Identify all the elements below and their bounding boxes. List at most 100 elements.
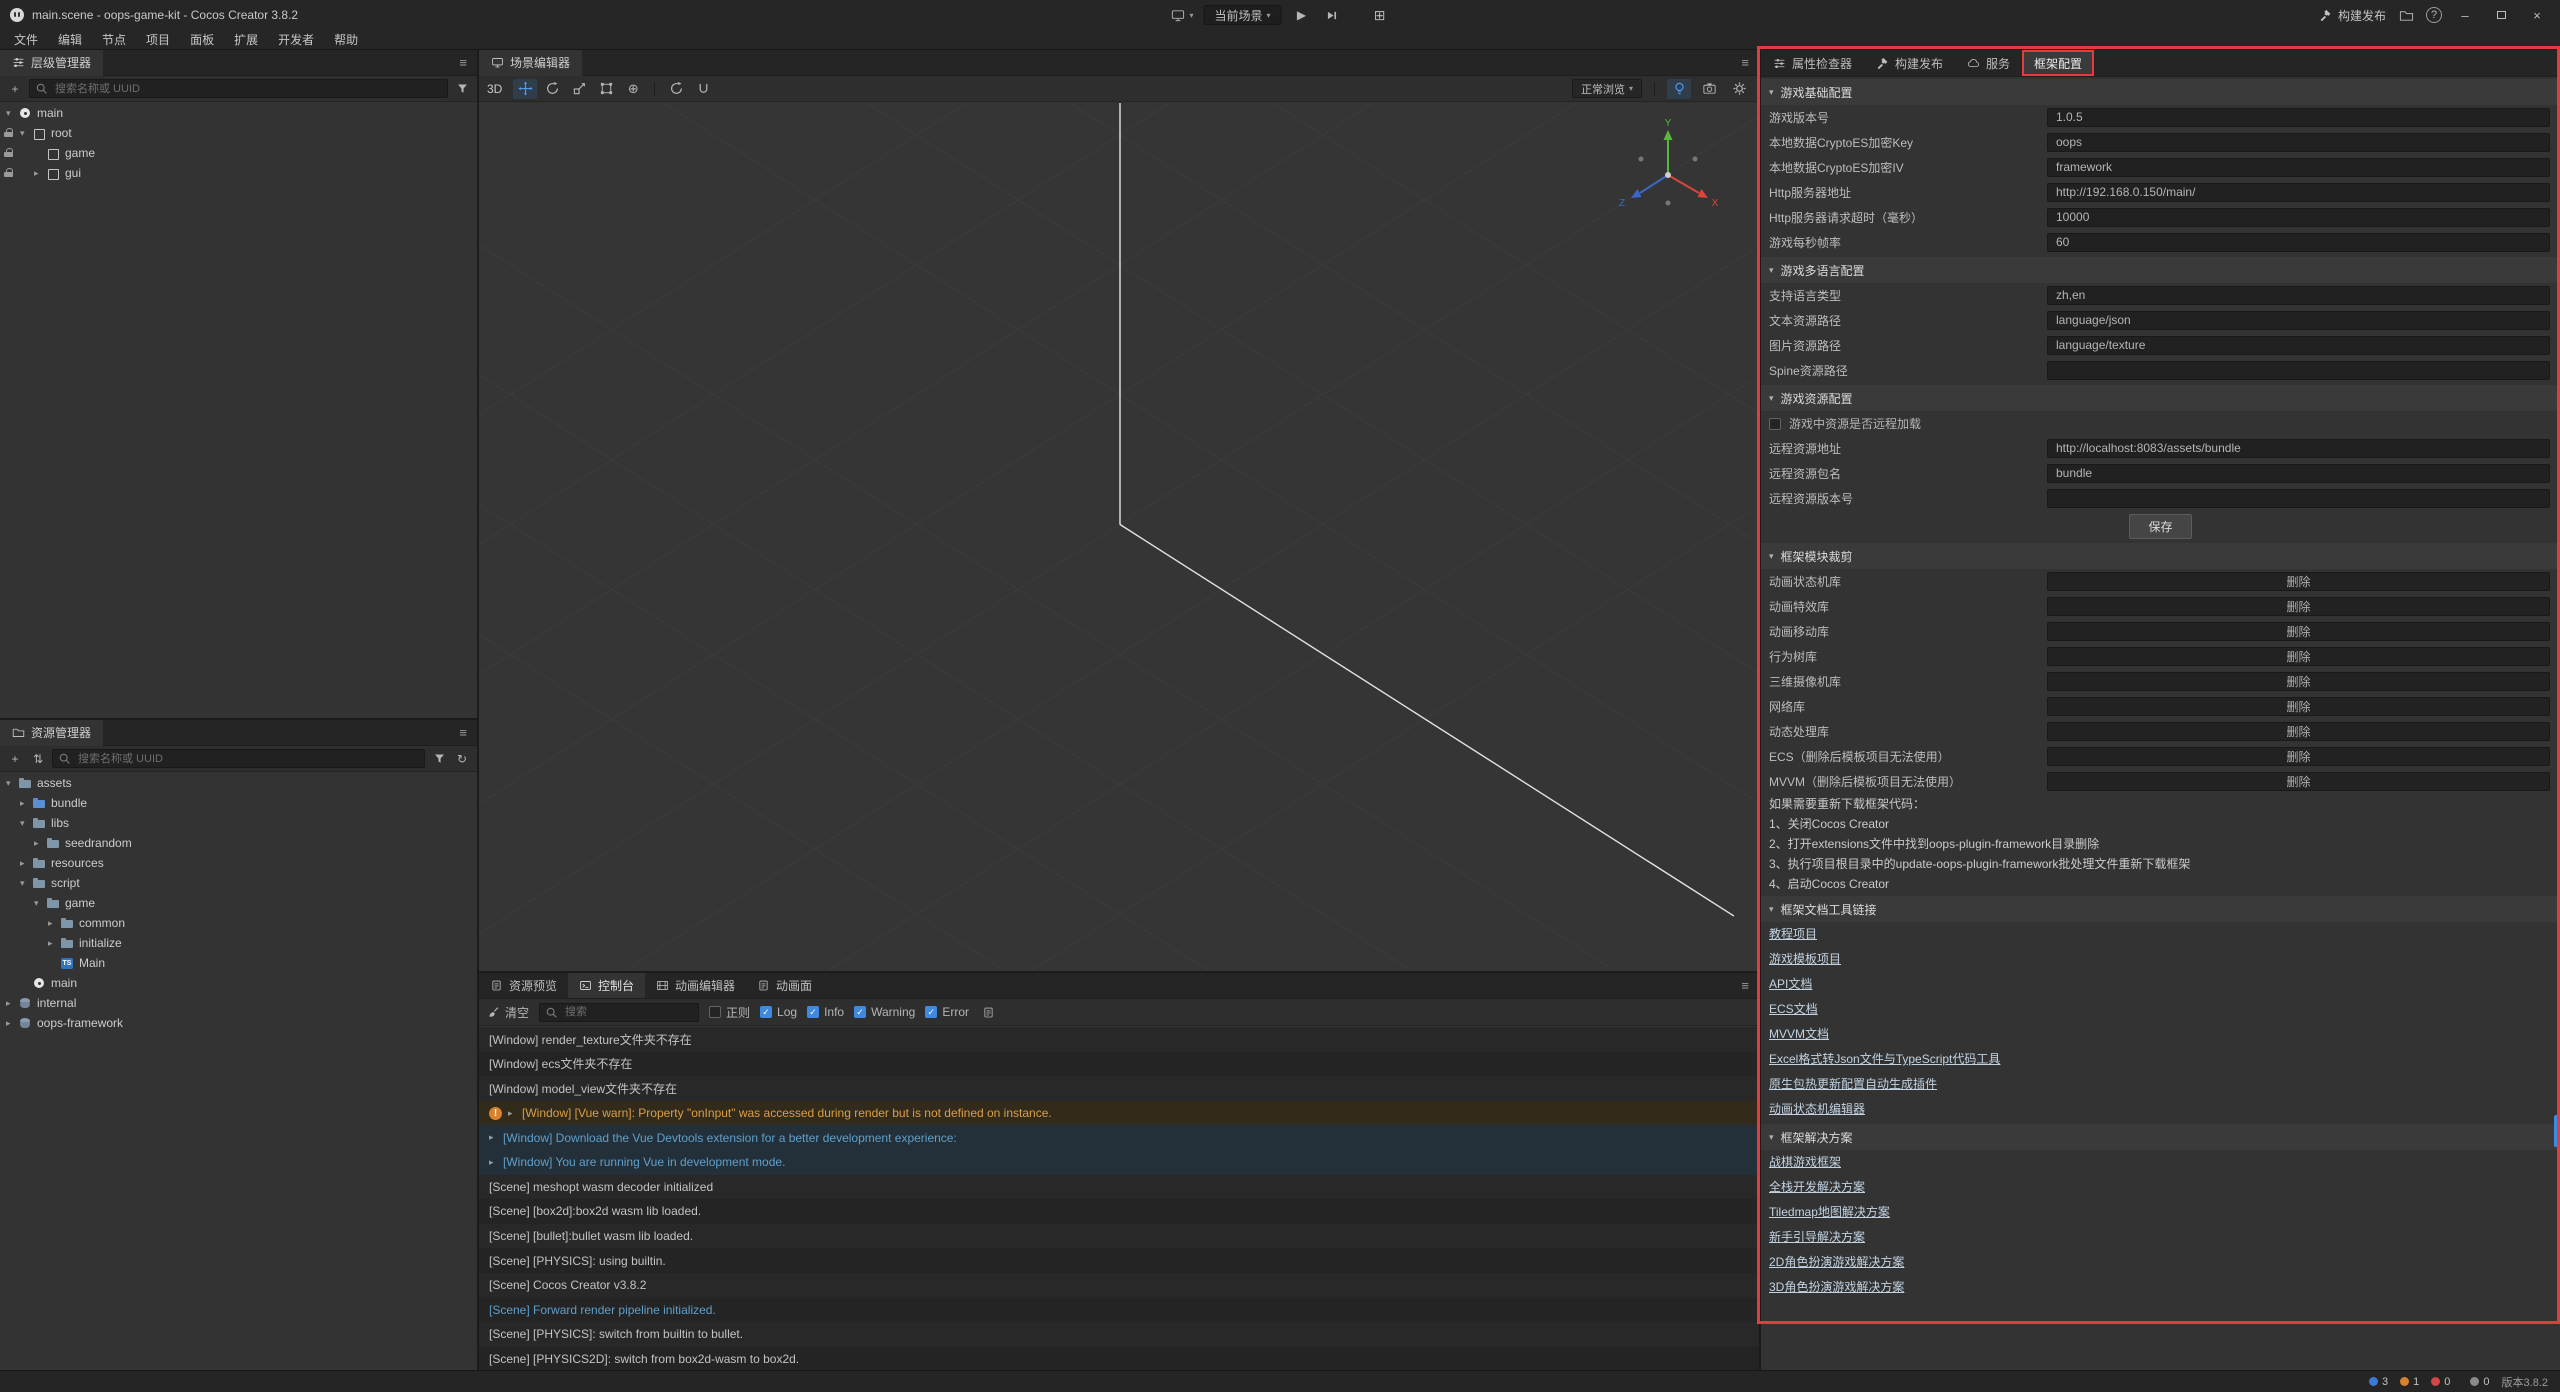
log-filter-toggle[interactable]: Info	[807, 1005, 844, 1019]
tab-build-publish[interactable]: 构建发布	[1864, 50, 1955, 76]
pivot-tool[interactable]: ⊕	[621, 79, 645, 99]
asset-row[interactable]: game	[0, 893, 477, 913]
delete-module-button[interactable]: 删除	[2047, 672, 2550, 691]
console-log-count[interactable]: 3	[2369, 1376, 2388, 1388]
move-tool[interactable]	[513, 79, 537, 99]
expand-arrow-icon[interactable]: ▸	[489, 1157, 497, 1168]
inspector-scrollbar-thumb[interactable]	[2554, 1115, 2559, 1147]
tab-assets[interactable]: 资源管理器	[0, 720, 103, 746]
section-solutions[interactable]: ▾ 框架解决方案	[1761, 1124, 2560, 1150]
delete-module-button[interactable]: 删除	[2047, 722, 2550, 741]
menu-item[interactable]: 开发者	[268, 31, 324, 48]
regex-checkbox[interactable]	[709, 1006, 721, 1018]
tab-framework-config[interactable]: 框架配置	[2022, 50, 2094, 76]
tab-console[interactable]: 控制台	[568, 973, 645, 998]
console-warning-count[interactable]: 1	[2400, 1376, 2419, 1388]
console-message-row[interactable]: ! ▸ [Scene] [box2d]:box2d wasm lib loade…	[479, 1199, 1759, 1224]
solution-link[interactable]: 新手引导解决方案	[1761, 1225, 2560, 1250]
asset-row[interactable]: script	[0, 873, 477, 893]
section-resource-config[interactable]: ▾ 游戏资源配置	[1761, 385, 2560, 411]
close-button[interactable]: ×	[2524, 8, 2550, 23]
expand-arrow-icon[interactable]	[34, 838, 46, 849]
delete-module-button[interactable]: 删除	[2047, 597, 2550, 616]
assets-filter-icon[interactable]	[430, 750, 448, 768]
lock-icon[interactable]	[4, 148, 13, 158]
help-button[interactable]: ?	[2426, 7, 2442, 23]
solution-link[interactable]: 2D角色扮演游戏解决方案	[1761, 1250, 2560, 1275]
scene-settings-gear-icon[interactable]	[1727, 79, 1751, 99]
open-project-folder-button[interactable]	[2396, 5, 2416, 25]
config-input[interactable]: oops	[2047, 133, 2550, 152]
coordinate-space-tool[interactable]	[691, 79, 715, 99]
doc-link[interactable]: 动画状态机编辑器	[1761, 1097, 2560, 1122]
dimension-toggle[interactable]: 3D	[487, 82, 502, 96]
console-message-row[interactable]: ! ▸ [Window] [Vue warn]: Property "onInp…	[479, 1101, 1759, 1126]
menu-item[interactable]: 文件	[4, 31, 48, 48]
layout-grid-button[interactable]: ⊞	[1370, 5, 1390, 25]
clear-console-button[interactable]: 清空	[487, 1004, 529, 1021]
console-message-row[interactable]: ! ▸ [Scene] [PHYSICS]: switch from built…	[479, 1322, 1759, 1347]
console-message-row[interactable]: ! ▸ [Window] render_texture文件夹不存在	[479, 1027, 1759, 1052]
expand-arrow-icon[interactable]	[6, 108, 18, 119]
delete-module-button[interactable]: 删除	[2047, 572, 2550, 591]
hierarchy-filter-icon[interactable]	[453, 80, 471, 98]
config-input[interactable]: 60	[2047, 233, 2550, 252]
lock-icon[interactable]	[4, 168, 13, 178]
filter-checkbox[interactable]	[760, 1006, 772, 1018]
log-filter-toggle[interactable]: Error	[925, 1005, 969, 1019]
console-message-row[interactable]: ! ▸ [Scene] Cocos Creator v3.8.2	[479, 1273, 1759, 1298]
open-log-file-icon[interactable]	[979, 1003, 997, 1021]
camera-settings-icon[interactable]	[1697, 79, 1721, 99]
filter-checkbox[interactable]	[925, 1006, 937, 1018]
create-node-button[interactable]: +	[6, 80, 24, 98]
doc-link[interactable]: API文档	[1761, 972, 2560, 997]
view-mode-select[interactable]: 正常浏览▾	[1572, 79, 1642, 98]
config-input[interactable]: 10000	[2047, 208, 2550, 227]
expand-arrow-icon[interactable]	[34, 168, 46, 179]
asset-row[interactable]: libs	[0, 813, 477, 833]
log-filter-toggle[interactable]: Warning	[854, 1005, 915, 1019]
solution-link[interactable]: 战棋游戏框架	[1761, 1150, 2560, 1175]
section-module-trim[interactable]: ▾ 框架模块裁剪	[1761, 543, 2560, 569]
hierarchy-node-row[interactable]: game	[0, 143, 477, 163]
expand-arrow-icon[interactable]	[6, 1018, 18, 1029]
delete-module-button[interactable]: 删除	[2047, 772, 2550, 791]
remote-load-checkbox[interactable]	[1769, 418, 1781, 430]
hierarchy-node-row[interactable]: root	[0, 123, 477, 143]
tab-hierarchy[interactable]: 层级管理器	[0, 50, 103, 76]
tab-animation-editor[interactable]: 动画编辑器	[645, 973, 746, 998]
asset-row[interactable]: seedrandom	[0, 833, 477, 853]
expand-arrow-icon[interactable]: ▸	[489, 1132, 497, 1143]
console-message-row[interactable]: ! ▸ [Scene] meshopt wasm decoder initial…	[479, 1175, 1759, 1200]
assets-search-input[interactable]	[76, 752, 419, 766]
asset-row[interactable]: main	[0, 973, 477, 993]
console-error-count[interactable]: 0	[2431, 1376, 2450, 1388]
tab-property-inspector[interactable]: 属性检查器	[1761, 50, 1864, 76]
filter-checkbox[interactable]	[854, 1006, 866, 1018]
expand-arrow-icon[interactable]	[20, 798, 32, 809]
rect-tool[interactable]	[594, 79, 618, 99]
regex-toggle[interactable]: 正则	[709, 1004, 750, 1021]
save-button[interactable]: 保存	[2129, 514, 2191, 539]
notification-count[interactable]: 0	[2470, 1376, 2489, 1388]
console-message-row[interactable]: ! ▸ [Window] model_view文件夹不存在	[479, 1076, 1759, 1101]
expand-arrow-icon[interactable]	[48, 918, 60, 929]
config-input[interactable]: framework	[2047, 158, 2550, 177]
create-asset-button[interactable]: +	[6, 750, 24, 768]
build-publish-button[interactable]: 构建发布	[2319, 7, 2386, 24]
expand-arrow-icon[interactable]	[34, 898, 46, 909]
doc-link[interactable]: ECS文档	[1761, 997, 2560, 1022]
panel-menu-icon[interactable]: ≡	[449, 725, 477, 740]
minimize-button[interactable]: –	[2452, 8, 2478, 23]
menu-item[interactable]: 扩展	[224, 31, 268, 48]
hierarchy-search-input[interactable]	[53, 82, 442, 96]
doc-link[interactable]: 教程项目	[1761, 922, 2560, 947]
tab-asset-preview[interactable]: 资源预览	[479, 973, 568, 998]
menu-item[interactable]: 帮助	[324, 31, 368, 48]
menu-item[interactable]: 项目	[136, 31, 180, 48]
asset-row[interactable]: initialize	[0, 933, 477, 953]
config-input[interactable]: language/json	[2047, 311, 2550, 330]
section-doc-links[interactable]: ▾ 框架文档工具链接	[1761, 896, 2560, 922]
tab-service[interactable]: 服务	[1955, 50, 2022, 76]
preview-target-button[interactable]: ▾	[1170, 5, 1193, 25]
